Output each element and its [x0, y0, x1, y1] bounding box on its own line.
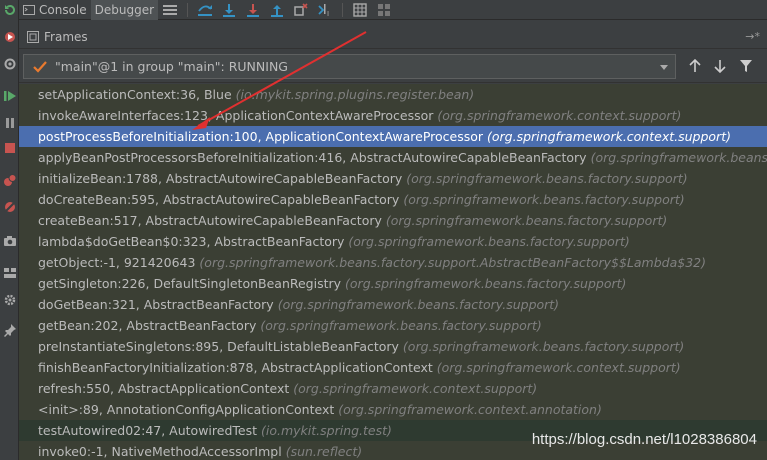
frame-package: (org.springframework.beans.factory.suppo… [385, 213, 668, 228]
next-frame-down-icon[interactable] [712, 58, 728, 74]
stop-icon[interactable] [2, 140, 17, 155]
frame-package: (sun.reflect) [285, 444, 363, 459]
toolbar-divider [187, 2, 189, 17]
frame-method: initializeBean:1788, AbstractAutowireCap… [38, 171, 403, 186]
frame-method: lambda$doGetBean$0:323, AbstractBeanFact… [38, 234, 345, 249]
frame-package: (io.mykit.spring.test) [261, 423, 392, 438]
tab-console-label: Console [39, 2, 87, 17]
frame-package: (org.springframework.context.support) [293, 381, 538, 396]
frame-method: createBean:517, AbstractAutowireCapableB… [38, 213, 382, 228]
frame-row[interactable]: lambda$doGetBean$0:323, AbstractBeanFact… [19, 231, 767, 252]
frame-package: (org.springframework.context.annotation) [338, 402, 602, 417]
frame-package: (io.mykit.spring.plugins.register.bean) [235, 87, 475, 102]
frame-package: (org.springframework.context.support) [487, 129, 731, 144]
frame-method: <init>:89, AnnotationConfigApplicationCo… [38, 402, 335, 417]
frame-row[interactable]: setApplicationContext:36, Blue (io.mykit… [19, 84, 767, 105]
debug-toolbar: Console Debugger I [19, 0, 767, 20]
toolbar-divider [342, 2, 344, 17]
frame-package: (org.springframework.beans.factory.suppo… [403, 192, 685, 207]
frame-row[interactable]: getBean:202, AbstractBeanFactory (org.sp… [19, 315, 767, 336]
frame-method: setApplicationContext:36, Blue [38, 87, 232, 102]
frame-row[interactable]: invokeAwareInterfaces:123, ApplicationCo… [19, 105, 767, 126]
pause-program-icon[interactable] [2, 115, 17, 130]
step-into-icon[interactable] [220, 1, 238, 19]
hide-panel-icon[interactable]: →* [745, 30, 760, 43]
step-over-icon[interactable] [196, 1, 214, 19]
chevron-down-icon [659, 61, 669, 71]
frames-icon [27, 30, 39, 43]
frame-row[interactable]: applyBeanPostProcessorsBeforeInitializat… [19, 147, 767, 168]
frame-row[interactable]: postProcessBeforeInitialization:100, App… [19, 126, 767, 147]
drop-frame-icon[interactable] [292, 1, 310, 19]
frame-method: getBean:202, AbstractBeanFactory [38, 318, 257, 333]
frame-package: (org.springframework.context.support) [437, 108, 682, 123]
frame-method: applyBeanPostProcessorsBeforeInitializat… [38, 150, 587, 165]
layout-icon[interactable] [2, 265, 17, 280]
frame-row[interactable]: <init>:89, AnnotationConfigApplicationCo… [19, 399, 767, 420]
frame-package: (org.springframework.beans.factory. [590, 150, 767, 165]
frame-method: preInstantiateSingletons:895, DefaultLis… [38, 339, 399, 354]
restart-debug-icon[interactable] [2, 29, 17, 44]
filter-icon[interactable] [738, 58, 754, 74]
frame-row[interactable]: createBean:517, AbstractAutowireCapableB… [19, 210, 767, 231]
gear-icon[interactable] [2, 292, 17, 307]
force-step-into-icon[interactable] [244, 1, 262, 19]
frame-row[interactable]: doGetBean:321, AbstractBeanFactory (org.… [19, 294, 767, 315]
frame-package: (org.springframework.context.support) [436, 360, 681, 375]
frame-method: finishBeanFactoryInitialization:878, Abs… [38, 360, 433, 375]
thread-label: "main"@1 in group "main": RUNNING [55, 59, 288, 74]
frame-method: postProcessBeforeInitialization:100, App… [38, 129, 484, 144]
frame-method: doGetBean:321, AbstractBeanFactory [38, 297, 274, 312]
frame-package: (org.springframework.beans.factory.suppo… [199, 255, 706, 270]
console-icon [23, 4, 35, 16]
frame-package: (org.springframework.beans.factory.suppo… [402, 339, 685, 354]
frame-method: getObject:-1, 921420643 [38, 255, 196, 270]
frame-method: getSingleton:226, DefaultSingletonBeanRe… [38, 276, 342, 291]
tab-debugger[interactable]: Debugger [90, 0, 159, 20]
frame-method: invoke0:-1, NativeMethodAccessorImpl [38, 444, 282, 459]
checkmark-icon [33, 60, 49, 73]
mute-breakpoints-icon[interactable] [2, 199, 17, 214]
view-breakpoints-icon[interactable] [2, 172, 17, 187]
previous-frame-up-icon[interactable] [687, 58, 703, 74]
settings-icon[interactable] [2, 56, 17, 71]
camera-icon[interactable] [2, 233, 17, 248]
step-out-icon[interactable] [268, 1, 286, 19]
frame-method: doCreateBean:595, AbstractAutowireCapabl… [38, 192, 400, 207]
frame-row[interactable]: preInstantiateSingletons:895, DefaultLis… [19, 336, 767, 357]
thread-dropdown[interactable]: "main"@1 in group "main": RUNNING [23, 54, 676, 79]
frames-list: setApplicationContext:36, Blue (io.mykit… [19, 84, 767, 460]
resume-program-icon[interactable] [2, 88, 17, 103]
debug-side-toolbar [0, 0, 19, 460]
frame-row[interactable]: doCreateBean:595, AbstractAutowireCapabl… [19, 189, 767, 210]
rerun-icon[interactable] [2, 2, 17, 17]
frame-package: (org.springframework.beans.factory.suppo… [345, 276, 627, 291]
frame-row[interactable]: refresh:550, AbstractApplicationContext … [19, 378, 767, 399]
frame-package: (org.springframework.beans.factory.suppo… [260, 318, 542, 333]
pin-icon[interactable] [2, 322, 17, 337]
restore-layout-icon[interactable] [375, 1, 393, 19]
frame-package: (org.springframework.beans.factory.suppo… [406, 171, 688, 186]
frame-method: testAutowired02:47, AutowiredTest [38, 423, 258, 438]
frame-package: (org.springframework.beans.factory.suppo… [277, 297, 560, 312]
frame-method: refresh:550, AbstractApplicationContext [38, 381, 290, 396]
frames-title: Frames [44, 29, 88, 44]
frame-row[interactable]: finishBeanFactoryInitialization:878, Abs… [19, 357, 767, 378]
thread-selector-row: "main"@1 in group "main": RUNNING [19, 50, 767, 83]
frame-method: invokeAwareInterfaces:123, ApplicationCo… [38, 108, 434, 123]
run-to-cursor-icon[interactable]: I [316, 1, 334, 19]
frame-row[interactable]: getObject:-1, 921420643 (org.springframe… [19, 252, 767, 273]
tab-debugger-label: Debugger [94, 2, 155, 17]
frame-row[interactable]: getSingleton:226, DefaultSingletonBeanRe… [19, 273, 767, 294]
watermark: https://blog.csdn.net/l1028386804 [531, 431, 757, 448]
frames-panel-header: Frames →* [19, 25, 767, 49]
tab-console[interactable]: Console [19, 0, 91, 20]
svg-text:I: I [327, 10, 329, 17]
frame-row[interactable]: initializeBean:1788, AbstractAutowireCap… [19, 168, 767, 189]
menu-icon[interactable] [161, 1, 179, 19]
frame-package: (org.springframework.beans.factory.suppo… [348, 234, 630, 249]
evaluate-icon[interactable] [351, 1, 369, 19]
